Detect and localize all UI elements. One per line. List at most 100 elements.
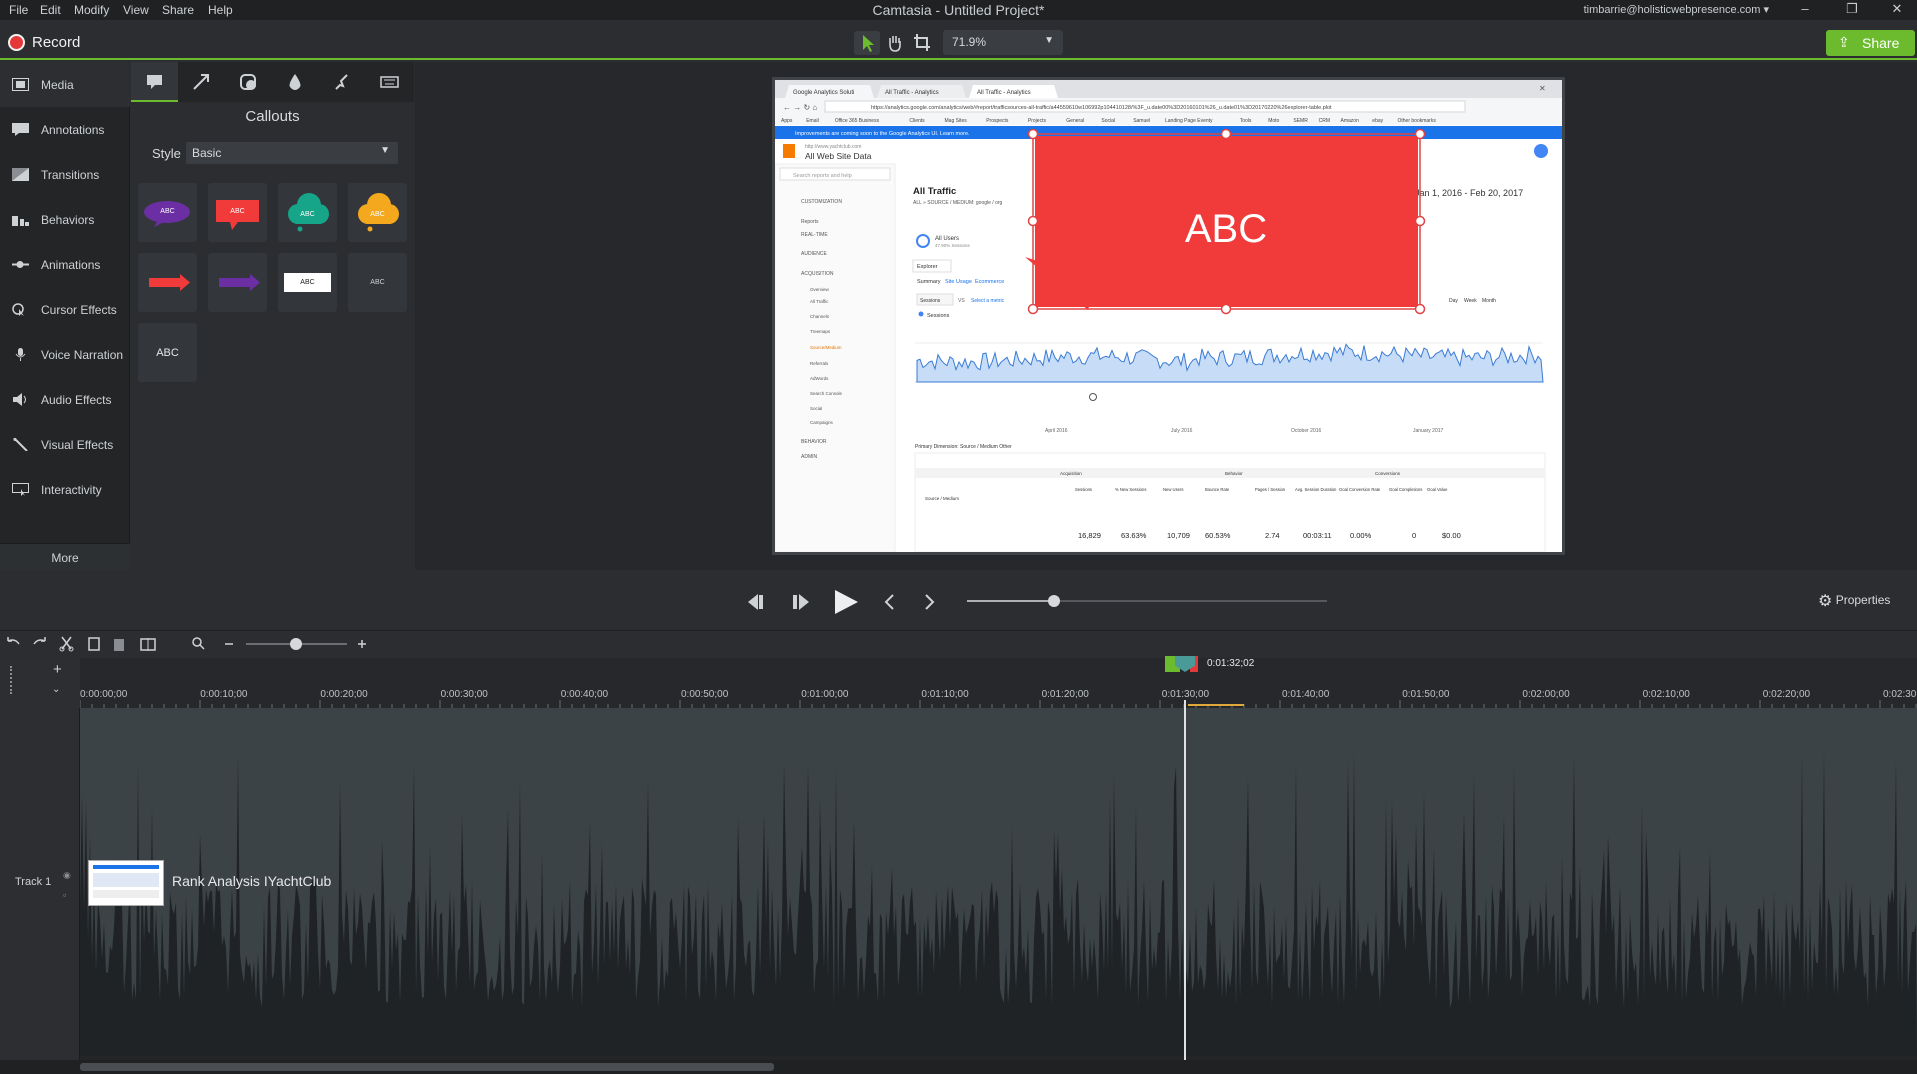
previous-icon[interactable] xyxy=(884,594,894,610)
callout-purple-arrow[interactable] xyxy=(208,253,267,312)
crop-tool-button[interactable] xyxy=(909,31,935,55)
zoom-value: 71.9% xyxy=(952,35,987,49)
callout-green-cloud[interactable]: ABC xyxy=(278,183,337,242)
sidebar-item-visual-effects[interactable]: Visual Effects xyxy=(0,422,130,467)
sidebar-item-interactivity[interactable]: Interactivity xyxy=(0,467,130,512)
cut-icon[interactable] xyxy=(59,636,74,652)
chevron-down-icon: ▾ xyxy=(1763,4,1769,16)
tail-handle[interactable] xyxy=(1089,393,1097,401)
tab-arrows-lines[interactable] xyxy=(178,62,225,102)
sidebar-item-label: Annotations xyxy=(41,123,105,137)
tab-blur-highlight[interactable] xyxy=(272,62,319,102)
play-icon[interactable] xyxy=(835,590,858,614)
playhead-range[interactable] xyxy=(1165,656,1205,672)
scrub-handle[interactable] xyxy=(1048,595,1060,607)
pan-tool-button[interactable] xyxy=(882,31,908,55)
sidebar-item-transitions[interactable]: Transitions xyxy=(0,152,130,197)
callout-text-only[interactable]: ABC xyxy=(348,253,407,312)
resize-handle[interactable] xyxy=(1414,215,1426,227)
callout-white-box[interactable]: ABC xyxy=(278,253,337,312)
properties-button[interactable]: ⚙ Properties xyxy=(1818,589,1891,610)
callout-red-arrow[interactable] xyxy=(138,253,197,312)
microphone-icon xyxy=(15,348,26,361)
sidebar-item-annotations[interactable]: Annotations xyxy=(0,107,130,152)
eye-icon[interactable]: ◉ xyxy=(63,870,71,881)
callout-overlay[interactable]: ABC xyxy=(775,80,1562,552)
playback-controls xyxy=(0,570,1917,630)
record-button[interactable]: Record xyxy=(32,34,80,51)
playback-buttons xyxy=(748,590,935,614)
ruler-label: 0:00:40;00 xyxy=(560,689,609,700)
playhead-line[interactable] xyxy=(1184,700,1186,1060)
resize-handle[interactable] xyxy=(1027,215,1039,227)
resize-handle[interactable] xyxy=(1414,128,1426,140)
tab-sketch-motion[interactable] xyxy=(319,62,366,102)
sidebar-item-behaviors[interactable]: Behaviors xyxy=(0,197,130,242)
track-controls: + ⌄ xyxy=(0,658,80,708)
chevron-down-icon[interactable]: ⌄ xyxy=(52,684,60,695)
sidebar-item-media[interactable]: Media xyxy=(0,62,130,107)
ruler-label: 0:02:10;00 xyxy=(1642,689,1690,700)
drop-icon xyxy=(289,74,301,90)
share-button[interactable]: ⇪ Share xyxy=(1826,30,1915,56)
sidebar-item-audio-effects[interactable]: Audio Effects xyxy=(0,377,130,422)
callout-purple-speech[interactable]: ABC xyxy=(138,183,197,242)
callout-text[interactable]: ABC xyxy=(1185,207,1267,251)
arrow-red xyxy=(149,274,190,291)
minimize-icon[interactable]: – xyxy=(1785,0,1825,20)
scrub-progress xyxy=(967,600,1055,602)
zoom-slider-handle[interactable] xyxy=(290,638,302,650)
thumb-label: ABC xyxy=(230,208,245,215)
sidebar-item-label: Interactivity xyxy=(41,483,102,497)
callout-red-speech[interactable]: ABC xyxy=(208,183,267,242)
timeline-scrollbar-thumb[interactable] xyxy=(80,1063,774,1071)
more-button[interactable]: More xyxy=(0,543,130,570)
add-track-icon[interactable]: + xyxy=(53,661,62,678)
audio-waveform xyxy=(80,749,1917,1056)
split-icon[interactable] xyxy=(140,638,156,651)
track-header[interactable]: Track 1 ◉ ▫ xyxy=(0,708,80,1060)
tab-shapes[interactable] xyxy=(225,62,272,102)
zoom-in-icon[interactable] xyxy=(358,640,366,648)
record-icon[interactable] xyxy=(8,34,25,51)
callout-plain-text[interactable]: ABC xyxy=(138,323,197,382)
sidebar-item-animations[interactable]: Animations xyxy=(0,242,130,287)
sidebar-item-voice-narration[interactable]: Voice Narration xyxy=(0,332,130,377)
callout-icon xyxy=(147,75,162,89)
resize-handle[interactable] xyxy=(1027,303,1039,315)
undo-icon[interactable] xyxy=(7,637,20,645)
callout-yellow-cloud[interactable]: ABC xyxy=(348,183,407,242)
media-clip[interactable]: Rank Analysis IYachtClub xyxy=(80,708,1917,1056)
tab-callouts[interactable] xyxy=(131,62,178,102)
user-account[interactable]: timbarrie@holisticwebpresence.com ▾ xyxy=(1584,3,1769,16)
select-tool-button[interactable] xyxy=(854,31,880,55)
zoom-search-icon[interactable] xyxy=(192,637,205,650)
restore-icon[interactable]: ❐ xyxy=(1832,0,1872,20)
timeline-tools xyxy=(7,636,366,652)
tab-keystroke[interactable] xyxy=(366,62,413,102)
resize-handle[interactable] xyxy=(1220,303,1232,315)
sidebar-item-cursor-effects[interactable]: Cursor Effects xyxy=(0,287,130,332)
chevron-down-icon: ▼ xyxy=(1044,35,1054,46)
lock-icon[interactable]: ▫ xyxy=(63,890,66,900)
resize-handle[interactable] xyxy=(1414,303,1426,315)
ruler-label: 0:01:00;00 xyxy=(801,689,849,700)
next-icon[interactable] xyxy=(925,594,935,610)
zoom-select[interactable]: 71.9% ▼ xyxy=(943,30,1063,55)
wand-icon xyxy=(13,438,28,451)
properties-label: Properties xyxy=(1835,593,1891,607)
resize-handle[interactable] xyxy=(1027,128,1039,140)
resize-handle[interactable] xyxy=(1220,128,1232,140)
sidebar-item-label: Animations xyxy=(41,258,101,272)
ruler-label: 0:00:30;00 xyxy=(440,689,488,700)
close-icon[interactable]: ✕ xyxy=(1877,0,1917,20)
paste-icon[interactable] xyxy=(114,639,124,651)
copy-icon[interactable] xyxy=(88,637,100,651)
redo-icon[interactable] xyxy=(33,637,46,645)
step-back-icon[interactable] xyxy=(793,594,809,610)
sidebar-item-label: Cursor Effects xyxy=(41,303,117,317)
rewind-icon[interactable] xyxy=(748,594,763,610)
video-preview[interactable]: Google Analytics Soluti All Traffic - An… xyxy=(772,77,1565,555)
arrow-icon xyxy=(193,74,209,90)
style-select[interactable]: Basic ▼ xyxy=(186,142,398,164)
